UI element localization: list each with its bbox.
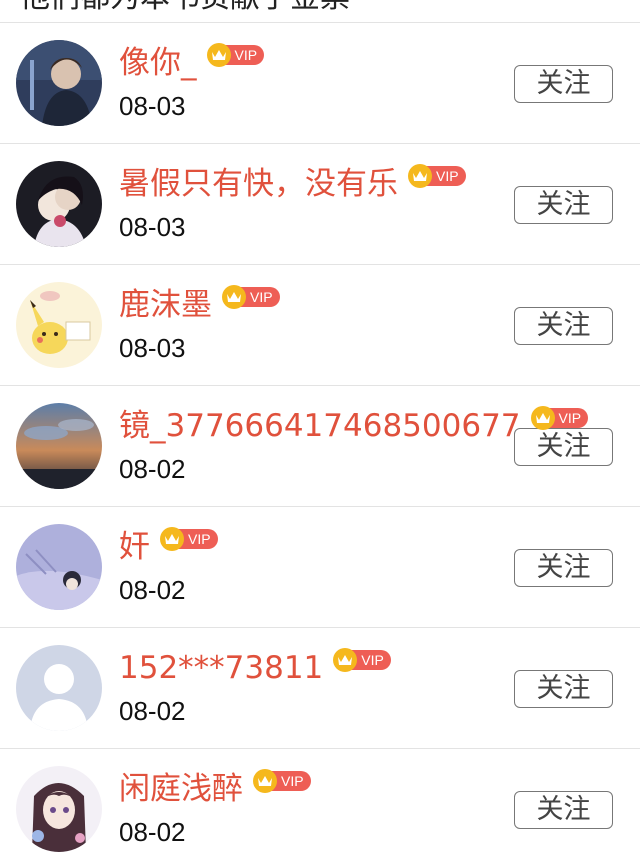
crown-icon [253, 769, 277, 793]
follow-button[interactable]: 关注 [514, 549, 613, 587]
user-name[interactable]: 鹿沫墨 [119, 285, 212, 325]
vip-badge: VIP [206, 43, 265, 67]
vip-badge: VIP [222, 285, 280, 309]
contribution-date: 08-03 [119, 91, 186, 121]
avatar[interactable] [16, 524, 102, 610]
contribution-date: 08-02 [119, 696, 186, 726]
follow-button[interactable]: 关注 [514, 65, 613, 103]
vip-badge: VIP [333, 648, 391, 672]
couple-portrait-avatar-icon [16, 161, 102, 247]
contribution-date: 08-02 [119, 454, 186, 484]
contribution-date: 08-03 [119, 333, 186, 363]
list-item[interactable]: 镜_377666417468500677 VIP 08-02 关注 [0, 386, 640, 507]
crown-icon [530, 406, 555, 430]
supporter-list: 像你_ VIP 08-03 关注 暑假只有快，没有乐 VIP 08-03 关注 … [0, 23, 640, 868]
boy-portrait-avatar-icon [16, 40, 102, 126]
sunset-sky-avatar-icon [16, 403, 102, 489]
list-item[interactable]: 闲庭浅醉 VIP 08-02 关注 [0, 749, 640, 868]
vip-badge: VIP [408, 164, 466, 188]
vip-badge: VIP [530, 406, 589, 430]
list-item[interactable]: 鹿沫墨 VIP 08-03 关注 [0, 265, 640, 386]
contribution-date: 08-02 [119, 575, 186, 605]
user-name[interactable]: 像你_ [119, 43, 197, 83]
user-name[interactable]: 奸 [119, 527, 150, 567]
crown-icon [222, 285, 246, 309]
avatar[interactable] [16, 282, 102, 368]
pikachu-avatar-icon [16, 282, 102, 368]
user-name[interactable]: 暑假只有快，没有乐 [119, 164, 398, 204]
avatar[interactable] [16, 766, 102, 852]
follow-button[interactable]: 关注 [514, 186, 613, 224]
default-user-avatar-icon [16, 645, 102, 731]
page-title: 他们都为本书贡献了金票 [20, 0, 350, 16]
crown-icon [408, 164, 432, 188]
avatar[interactable] [16, 40, 102, 126]
name-line: 像你_ VIP [119, 43, 265, 83]
avatar[interactable] [16, 645, 102, 731]
contribution-date: 08-02 [119, 817, 186, 847]
sleeping-figure-avatar-icon [16, 524, 102, 610]
name-line: 152***73811 VIP [119, 648, 391, 688]
vip-badge: VIP [160, 527, 218, 551]
user-name[interactable]: 镜_377666417468500677 [119, 406, 521, 446]
list-item[interactable]: 暑假只有快，没有乐 VIP 08-03 关注 [0, 144, 640, 265]
follow-button[interactable]: 关注 [514, 670, 613, 708]
name-line: 鹿沫墨 VIP [119, 285, 280, 325]
supporters-page: 他们都为本书贡献了金票 像你_ [0, 0, 640, 868]
crown-icon [160, 527, 184, 551]
anime-girl-avatar-icon [16, 766, 102, 852]
vip-badge: VIP [253, 769, 311, 793]
name-line: 奸 VIP [119, 527, 218, 567]
name-line: 暑假只有快，没有乐 VIP [119, 164, 466, 204]
contribution-date: 08-03 [119, 212, 186, 242]
avatar[interactable] [16, 161, 102, 247]
list-item[interactable]: 像你_ VIP 08-03 关注 [0, 23, 640, 144]
follow-button[interactable]: 关注 [514, 791, 613, 829]
list-item[interactable]: 152***73811 VIP 08-02 关注 [0, 628, 640, 749]
follow-button[interactable]: 关注 [514, 307, 613, 345]
crown-icon [206, 43, 231, 67]
user-name[interactable]: 152***73811 [119, 648, 323, 688]
follow-button[interactable]: 关注 [514, 428, 613, 466]
user-name[interactable]: 闲庭浅醉 [119, 769, 243, 809]
name-line: 闲庭浅醉 VIP [119, 769, 311, 809]
avatar[interactable] [16, 403, 102, 489]
list-item[interactable]: 奸 VIP 08-02 关注 [0, 507, 640, 628]
